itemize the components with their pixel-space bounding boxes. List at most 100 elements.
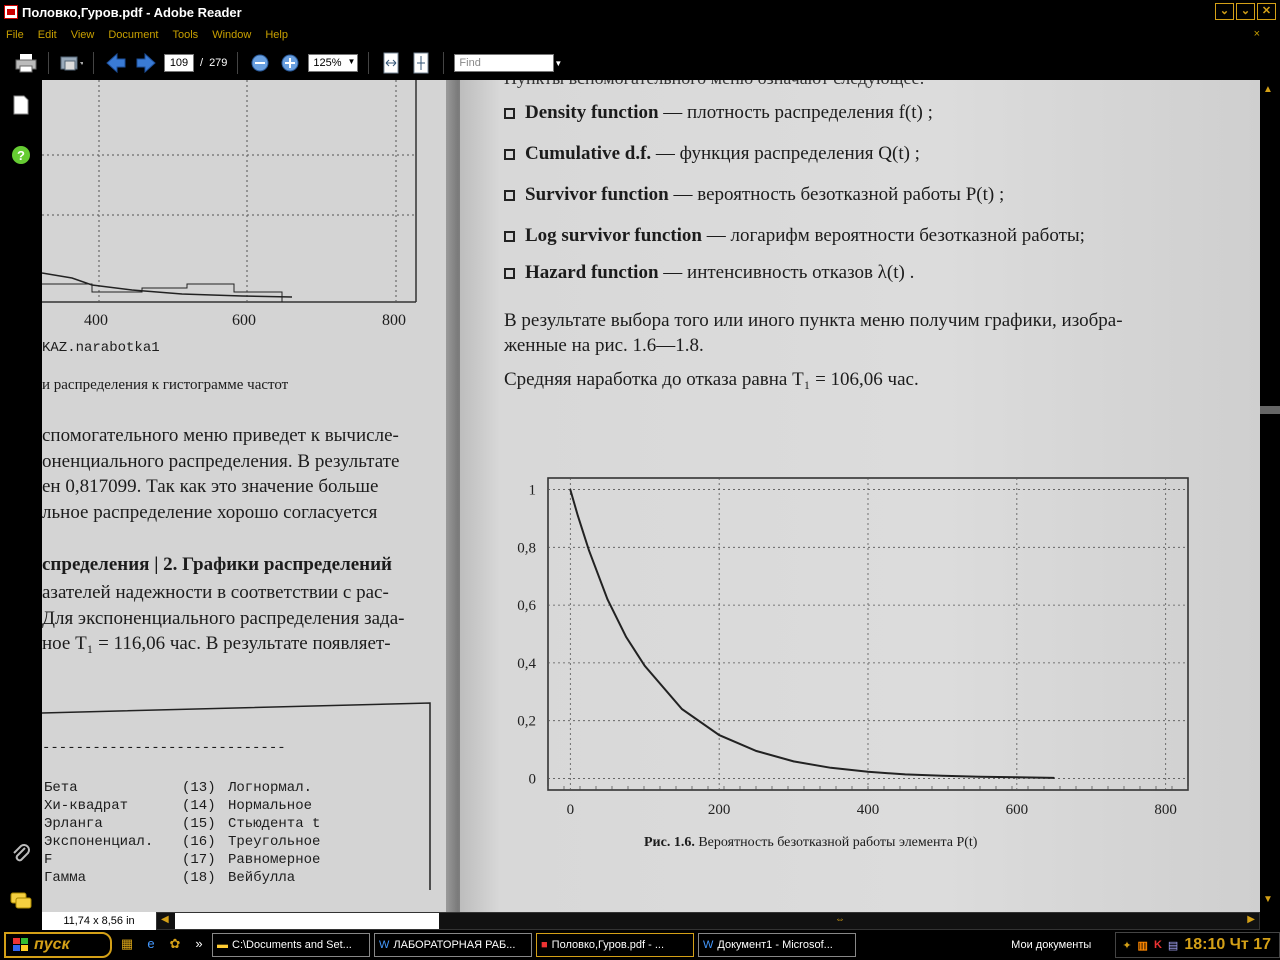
task-label: C:\Documents and Set... — [232, 939, 352, 951]
system-tray: Мои документы ✦ ▥ K ▤ 18:10 Чт 17 — [1011, 930, 1280, 960]
toolbar: 109 / 279 125% ▼ Find ▼ — [0, 46, 1280, 80]
text-line: В результате выбора того или иного пункт… — [504, 310, 1123, 331]
find-dropdown-icon[interactable]: ▼ — [554, 59, 562, 68]
scroll-up-icon[interactable]: ▲ — [1263, 84, 1273, 95]
menu-window[interactable]: Window — [212, 29, 251, 41]
tray-box: ✦ ▥ K ▤ 18:10 Чт 17 — [1115, 932, 1280, 958]
figure-caption: и распределения к гистограмме частот — [42, 377, 289, 393]
task-label: Половко,Гуров.pdf - ... — [551, 939, 665, 951]
bullet-item: Log survivor function — логарифм вероятн… — [504, 225, 1085, 247]
caption-label: Рис. 1.6. — [644, 835, 695, 850]
chart-caption: Рис. 1.6. Вероятность безотказной работы… — [644, 835, 977, 851]
distribution-row: Хи-квадрат (14) Нормальное — [44, 797, 368, 815]
distribution-row: Экспоненциал. (16) Треугольное — [44, 833, 368, 851]
my-documents-toolbar[interactable]: Мои документы — [1011, 939, 1091, 951]
task-word-lab[interactable]: W ЛАБОРАТОРНАЯ РАБ... — [374, 933, 532, 957]
toolbar-separator — [368, 52, 370, 74]
bullet-square-icon — [504, 190, 515, 201]
task-explorer[interactable]: ▬ C:\Documents and Set... — [212, 933, 370, 957]
section-heading: спределения | 2. Графики распределений — [42, 554, 392, 575]
data-point — [625, 636, 627, 638]
keyboard-layout-icon[interactable]: K — [1154, 939, 1162, 951]
clock[interactable]: 18:10 Чт 17 — [1184, 936, 1271, 954]
hscroll-thumb[interactable] — [175, 913, 439, 929]
scroll-right-icon[interactable]: ▶ — [1247, 914, 1255, 925]
zoom-in-icon[interactable] — [278, 51, 302, 75]
show-desktop-icon[interactable]: ▦ — [118, 936, 136, 954]
chevron-down-icon: ▼ — [347, 57, 356, 66]
text-line: оненциального распределения. В результат… — [42, 450, 400, 472]
dist-name-2: Логнормал. — [228, 780, 313, 796]
attachments-icon[interactable] — [10, 842, 32, 864]
axis-tick-400: 400 — [84, 312, 108, 329]
menu-help[interactable]: Help — [265, 29, 288, 41]
y-tick-label: 0,8 — [517, 540, 536, 556]
quicklaunch-more-icon[interactable]: » — [190, 936, 208, 954]
distribution-list: Бета (13) Логнормал. Хи-квадрат (14) Нормальн… — [44, 779, 368, 887]
menu-file[interactable]: File — [6, 29, 24, 41]
tray-arrow-icon[interactable]: ✦ — [1122, 939, 1131, 952]
comments-icon[interactable] — [10, 890, 32, 912]
bullet-desc: — функция распределения Q(t) ; — [651, 143, 920, 164]
y-tick-label: 0 — [529, 771, 537, 787]
page-separator: / — [200, 57, 204, 69]
zoom-out-icon[interactable] — [248, 51, 272, 75]
help-icon[interactable]: ? — [10, 144, 32, 166]
maximize-button[interactable]: ⌄ — [1236, 3, 1255, 20]
toolbar-separator — [237, 52, 239, 74]
ie-icon[interactable]: e — [142, 936, 160, 954]
scroll-thumb[interactable] — [1260, 406, 1280, 414]
bullet-term: Cumulative d.f. — [525, 143, 652, 164]
start-button[interactable]: пуск — [4, 932, 112, 958]
fit-width-icon[interactable] — [379, 51, 403, 75]
zoom-select[interactable]: 125% ▼ — [308, 54, 359, 72]
data-point — [576, 514, 579, 517]
task-word-doc[interactable]: W Документ1 - Microsof... — [698, 933, 856, 957]
antivirus-icon[interactable]: ▥ — [1138, 939, 1148, 952]
scroll-left-icon[interactable]: ◀ — [161, 914, 169, 925]
data-point — [1016, 776, 1018, 779]
print-icon[interactable] — [14, 51, 38, 75]
status-bar: 11,74 x 8,56 in ◀ ⇔ ▶ — [0, 912, 1280, 930]
document-close-icon[interactable]: × — [1254, 28, 1260, 40]
data-point — [829, 766, 832, 769]
menu-tools[interactable]: Tools — [173, 29, 199, 41]
minimize-button[interactable]: ⌄ — [1215, 3, 1234, 20]
task-label: ЛАБОРАТОРНАЯ РАБ... — [393, 939, 516, 951]
dist-name: Хи-квадрат — [44, 798, 129, 814]
menu-edit[interactable]: Edit — [38, 29, 57, 41]
data-point — [867, 771, 869, 773]
flag-icon[interactable]: ▤ — [1168, 939, 1178, 952]
menu-view[interactable]: View — [71, 29, 95, 41]
pages-panel-icon[interactable] — [10, 94, 32, 116]
horizontal-scrollbar[interactable]: ◀ ⇔ ▶ — [156, 912, 1260, 930]
find-input[interactable]: Find — [454, 54, 555, 72]
fit-page-icon[interactable] — [409, 51, 433, 75]
y-tick-label: 0,4 — [517, 656, 536, 672]
data-point — [792, 760, 795, 763]
page-number-input[interactable]: 109 — [164, 54, 194, 72]
organizer-icon[interactable] — [59, 51, 83, 75]
scroll-center-icon[interactable]: ⇔ — [835, 914, 845, 925]
dist-number: (15) — [182, 816, 216, 832]
dist-name-2: Стьюдента t — [228, 816, 321, 832]
menu-document[interactable]: Document — [108, 29, 158, 41]
data-point — [606, 598, 609, 601]
cut-line: Пункты вспомогательного меню означают сл… — [504, 80, 924, 89]
dist-name-2: Вейбулла — [228, 870, 296, 886]
data-point — [569, 488, 572, 491]
folder-icon: ▬ — [217, 939, 228, 951]
text-line: Для экспоненциального распределения зада… — [42, 607, 405, 629]
bullet-square-icon — [504, 268, 515, 279]
quicklaunch-app-icon[interactable]: ✿ — [166, 936, 184, 954]
close-button[interactable]: ✕ — [1257, 3, 1276, 20]
next-page-icon[interactable] — [134, 51, 158, 75]
vertical-scrollbar[interactable]: ▲ ▼ — [1260, 80, 1280, 912]
data-point — [643, 664, 646, 667]
start-label: пуск — [34, 936, 70, 953]
previous-page-icon[interactable] — [104, 51, 128, 75]
task-pdf[interactable]: ■ Половко,Гуров.pdf - ... — [536, 933, 694, 957]
dist-name: Эрланга — [44, 816, 103, 832]
x-tick-label: 600 — [1006, 802, 1028, 818]
scroll-down-icon[interactable]: ▼ — [1263, 894, 1273, 905]
